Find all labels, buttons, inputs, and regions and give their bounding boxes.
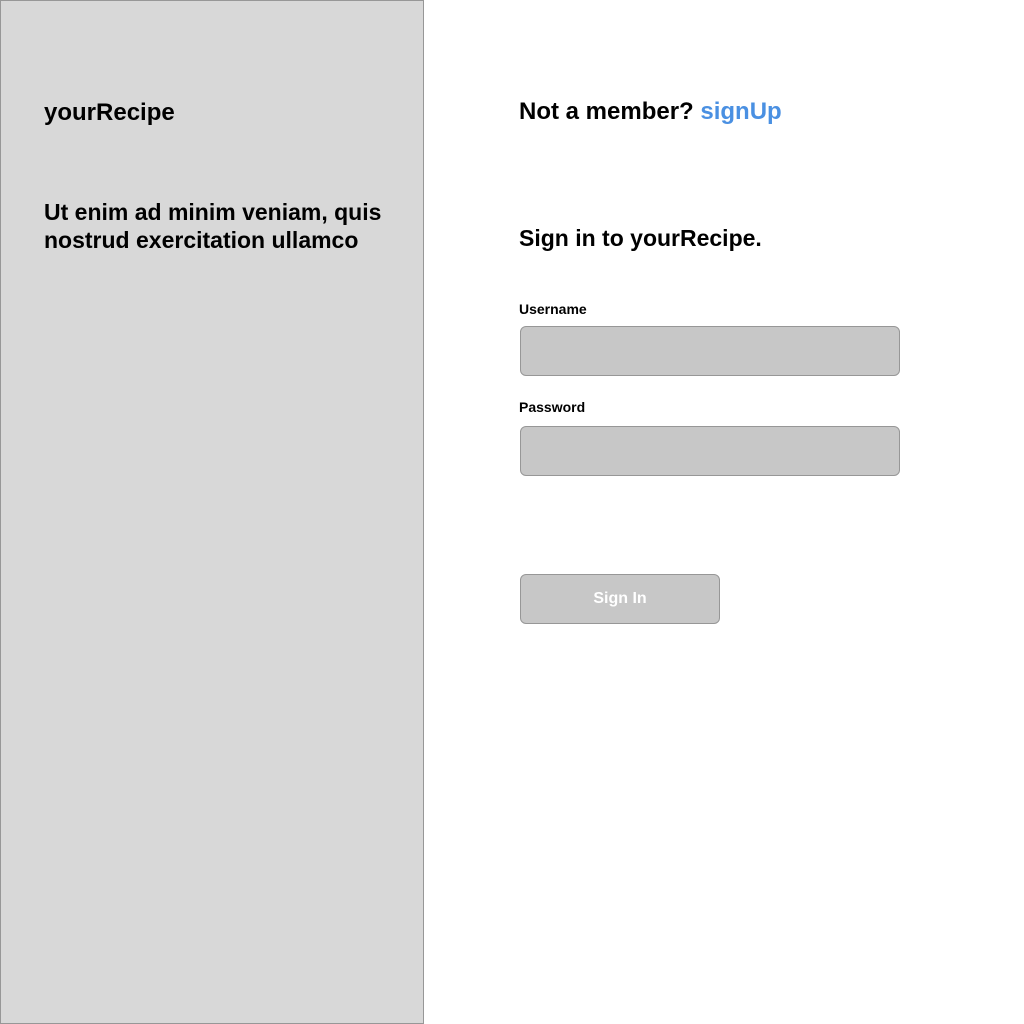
username-label: Username xyxy=(519,301,587,317)
brand-name: yourRecipe xyxy=(44,99,175,126)
sign-in-page: yourRecipe Ut enim ad minim veniam, quis… xyxy=(0,0,1024,1024)
tagline: Ut enim ad minim veniam, quis nostrud ex… xyxy=(44,199,382,253)
password-input[interactable] xyxy=(520,426,900,476)
member-prompt-text: Not a member? xyxy=(519,98,694,125)
left-panel: yourRecipe Ut enim ad minim veniam, quis… xyxy=(0,0,424,1024)
signup-link[interactable]: signUp xyxy=(700,98,781,125)
password-label: Password xyxy=(519,399,586,415)
username-input[interactable] xyxy=(520,326,900,376)
sign-in-button[interactable]: Sign In xyxy=(520,574,720,624)
member-prompt: Not a member? signUp xyxy=(519,97,782,127)
form-title: Sign in to yourRecipe. xyxy=(519,225,762,251)
